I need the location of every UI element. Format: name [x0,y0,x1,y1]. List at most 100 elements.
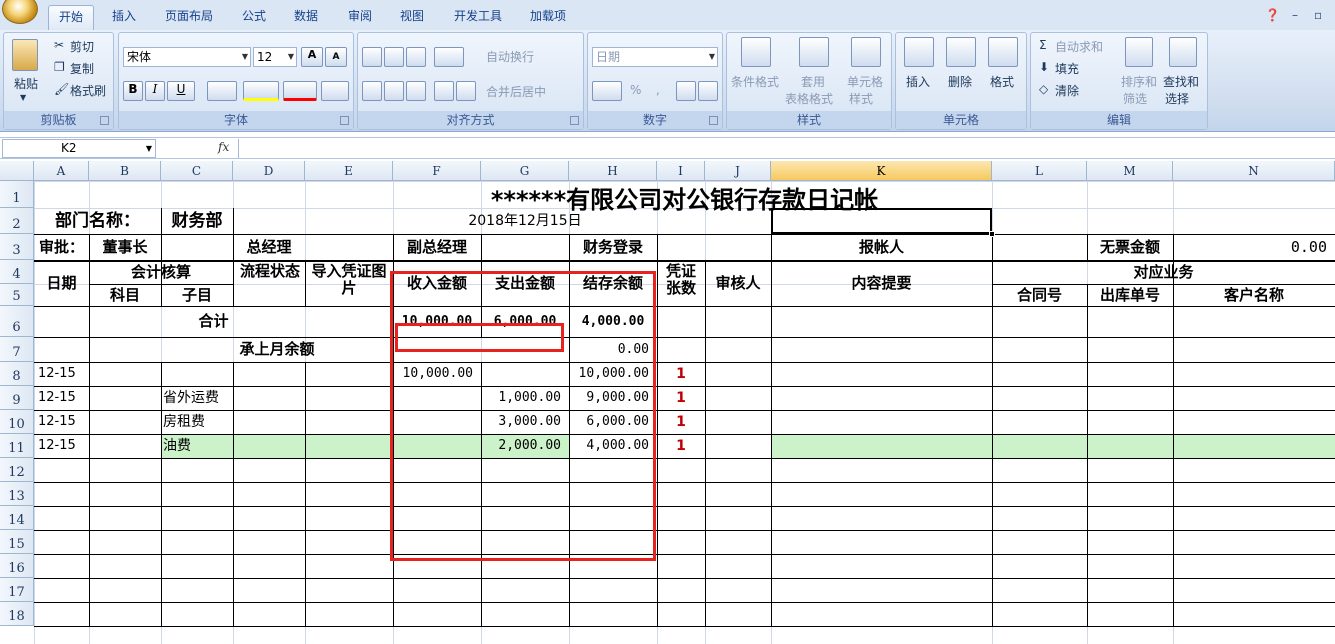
comma-button[interactable]: , [656,83,660,97]
row-header-15[interactable]: 15 [0,530,34,554]
row-header-17[interactable]: 17 [0,578,34,602]
row-header-16[interactable]: 16 [0,554,34,578]
decrease-decimal-icon[interactable] [698,81,718,101]
column-header-e[interactable]: E [305,161,393,181]
restore-icon[interactable]: ▫ [1314,8,1322,22]
column-header-j[interactable]: J [705,161,771,181]
dialog-launcher-icon[interactable] [340,116,349,125]
table-format-icon[interactable] [799,37,829,67]
row-header-7[interactable]: 7 [0,337,34,362]
tab-review[interactable]: 审阅 [340,5,380,30]
align-middle-icon[interactable] [384,47,404,67]
font-name-select[interactable]: 宋体 ▼ [123,47,251,67]
phonetic-icon[interactable] [321,81,349,101]
bold-button[interactable]: B [123,81,143,101]
column-header-b[interactable]: B [89,161,161,181]
cell-style-button-l1[interactable]: 单元格 [847,73,883,90]
column-header-i[interactable]: I [657,161,705,181]
binoculars-icon[interactable] [1169,37,1197,67]
delete-cells-button[interactable]: 删除 [948,73,972,90]
fill-color-icon[interactable] [243,81,279,101]
conditional-format-button[interactable]: 条件格式 [731,73,779,90]
column-header-h[interactable]: H [569,161,657,181]
select-all-corner[interactable] [0,161,34,181]
align-top-icon[interactable] [362,47,382,67]
column-header-k[interactable]: K [771,161,992,181]
decrease-indent-icon[interactable] [434,81,454,101]
tab-home[interactable]: 开始 [48,5,94,30]
conditional-format-icon[interactable] [741,37,771,67]
tab-addins[interactable]: 加载项 [522,5,574,30]
row-header-3[interactable]: 3 [0,234,34,260]
italic-button[interactable]: I [145,81,165,101]
row-header-12[interactable]: 12 [0,458,34,482]
row-header-6[interactable]: 6 [0,306,34,337]
currency-icon[interactable] [592,81,622,101]
column-header-f[interactable]: F [393,161,481,181]
help-icon[interactable]: ❓ [1265,8,1280,22]
sort-filter-button-l1[interactable]: 排序和 [1121,73,1157,90]
clear-button[interactable]: 清除 [1055,82,1079,99]
paste-icon[interactable] [12,39,38,71]
increase-decimal-icon[interactable] [676,81,696,101]
insert-cells-button[interactable]: 插入 [906,73,930,90]
format-cells-button[interactable]: 格式 [990,73,1014,90]
tab-insert[interactable]: 插入 [104,5,144,30]
tab-page-layout[interactable]: 页面布局 [156,5,222,30]
align-right-icon[interactable] [406,81,426,101]
column-header-c[interactable]: C [161,161,233,181]
shrink-font-button[interactable]: A [325,47,347,67]
row-header-9[interactable]: 9 [0,386,34,410]
autosum-button[interactable]: 自动求和 [1055,38,1103,55]
cell-style-icon[interactable] [851,37,881,67]
row-header-2[interactable]: 2 [0,208,34,234]
find-select-button-l1[interactable]: 查找和 [1163,73,1199,90]
row-header-11[interactable]: 11 [0,434,34,458]
row-header-10[interactable]: 10 [0,410,34,434]
row-header-14[interactable]: 14 [0,506,34,530]
tab-developer[interactable]: 开发工具 [446,5,510,30]
copy-button[interactable]: 复制 [70,60,94,77]
merge-center-button[interactable]: 合并后居中 [486,83,546,100]
align-bottom-icon[interactable] [406,47,426,67]
column-header-d[interactable]: D [233,161,305,181]
format-painter-button[interactable]: 格式刷 [70,82,106,99]
worksheet[interactable]: A B C D E F G H I J K L M N 1 2 3 4 5 6 7 8 9 10 11 12 13 14 15 16 17 1… [0,161,1335,644]
fx-icon[interactable]: fx [218,140,229,154]
table-format-button-l1[interactable]: 套用 [801,73,825,90]
row-header-5[interactable]: 5 [0,284,34,306]
format-cells-icon[interactable] [988,37,1018,67]
dialog-launcher-icon[interactable] [570,116,579,125]
grow-font-button[interactable]: A [301,47,323,67]
minimize-icon[interactable]: – [1292,8,1298,22]
percent-button[interactable]: % [630,83,641,97]
increase-indent-icon[interactable] [456,81,476,101]
font-color-icon[interactable] [283,81,317,101]
tab-formulas[interactable]: 公式 [234,5,274,30]
column-header-a[interactable]: A [34,161,89,181]
column-header-n[interactable]: N [1173,161,1335,181]
wrap-text-button[interactable]: 自动换行 [486,48,534,65]
row-header-1[interactable]: 1 [0,181,34,208]
border-icon[interactable] [207,81,237,101]
formula-input[interactable] [238,139,1335,158]
align-center-icon[interactable] [384,81,404,101]
sort-filter-icon[interactable] [1125,37,1153,67]
cut-button[interactable]: 剪切 [70,38,94,55]
dialog-launcher-icon[interactable] [709,116,718,125]
delete-cells-icon[interactable] [946,37,976,67]
insert-cells-icon[interactable] [904,37,934,67]
tab-view[interactable]: 视图 [392,5,432,30]
fill-button[interactable]: 填充 [1055,60,1079,77]
paste-button[interactable]: 粘贴 [14,75,38,92]
orientation-icon[interactable] [434,47,464,67]
find-select-button-l2[interactable]: 选择 [1165,90,1189,107]
column-header-g[interactable]: G [481,161,569,181]
name-box[interactable]: K2 ▼ [2,139,156,158]
tab-data[interactable]: 数据 [286,5,326,30]
dialog-launcher-icon[interactable] [100,116,109,125]
table-format-button-l2[interactable]: 表格格式 [785,90,833,107]
row-header-13[interactable]: 13 [0,482,34,506]
align-left-icon[interactable] [362,81,382,101]
row-header-4[interactable]: 4 [0,260,34,284]
